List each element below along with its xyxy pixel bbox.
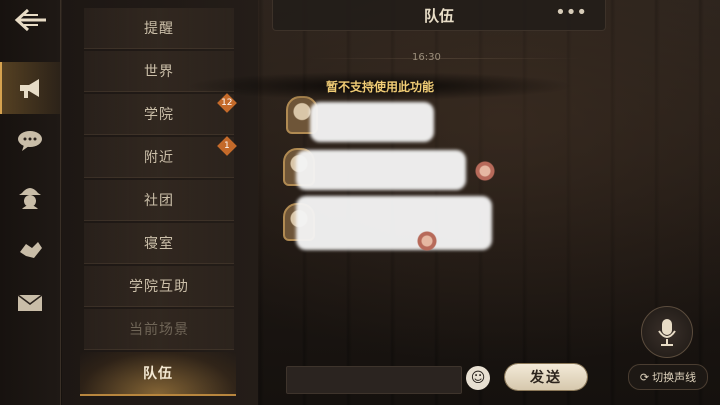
channel-label: 附近: [144, 150, 174, 166]
channel-label: 社团: [144, 193, 174, 209]
switch-voice-label: 切换声线: [652, 371, 697, 384]
flower-decoration-icon: [474, 160, 496, 182]
more-dots-icon[interactable]: •••: [555, 2, 587, 23]
megaphone-icon: [20, 79, 39, 98]
chat-bubbles-icon: [18, 131, 42, 151]
left-rail: [0, 0, 61, 405]
channel-team[interactable]: 队伍: [80, 352, 236, 396]
rail-item-handshake[interactable]: [14, 234, 46, 264]
send-button[interactable]: 发送: [505, 364, 587, 390]
back-arrow-icon[interactable]: [12, 8, 50, 36]
smiley-icon[interactable]: ☺: [466, 366, 490, 390]
channel-label: 世界: [144, 64, 174, 80]
toast-text: 暂不支持使用此功能: [325, 80, 434, 94]
channel-label: 当前场景: [129, 322, 189, 338]
rail-item-chat[interactable]: [14, 126, 46, 156]
voice-mic-button[interactable]: [641, 306, 693, 358]
channel-label: 学院互助: [129, 279, 189, 295]
timestamp-divider: [310, 58, 580, 59]
detective-hat-icon: [19, 188, 41, 209]
channel-current-scene: 当前场景: [84, 309, 234, 350]
microphone-icon: [658, 319, 676, 346]
channel-label: 提醒: [144, 21, 174, 37]
refresh-icon: ⟳: [639, 370, 650, 384]
message-timestamp: 16:30: [412, 52, 441, 63]
channel-academy-help[interactable]: 学院互助: [84, 266, 234, 307]
channel-remind[interactable]: 提醒: [84, 8, 234, 49]
message-input[interactable]: [286, 366, 462, 394]
channel-nearby[interactable]: 附近: [84, 137, 234, 178]
rail-item-mail[interactable]: [14, 288, 46, 318]
toast-notice: 暂不支持使用此功能: [190, 72, 570, 100]
channel-label: 队伍: [143, 366, 173, 382]
handshake-icon: [20, 242, 42, 258]
rail-item-detective[interactable]: [14, 181, 46, 211]
channel-academy[interactable]: 学院: [84, 94, 234, 135]
chat-header: 队伍 •••: [272, 0, 606, 31]
channel-dorm[interactable]: 寝室: [84, 223, 234, 264]
channel-label: 学院: [144, 107, 174, 123]
flower-decoration-icon: [416, 230, 438, 252]
switch-voice-button[interactable]: ⟳ 切换声线: [628, 364, 708, 390]
rail-item-megaphone[interactable]: [0, 62, 60, 114]
redacted-message: [296, 150, 466, 190]
channel-label: 寝室: [144, 236, 174, 252]
redacted-message: [310, 102, 434, 142]
channel-club[interactable]: 社团: [84, 180, 234, 221]
channel-list: 提醒 世界 学院 12 附近 1 社团 寝室 学院互助 当前场景 队伍: [62, 0, 258, 405]
envelope-icon: [17, 294, 43, 311]
redacted-message: [296, 196, 492, 250]
